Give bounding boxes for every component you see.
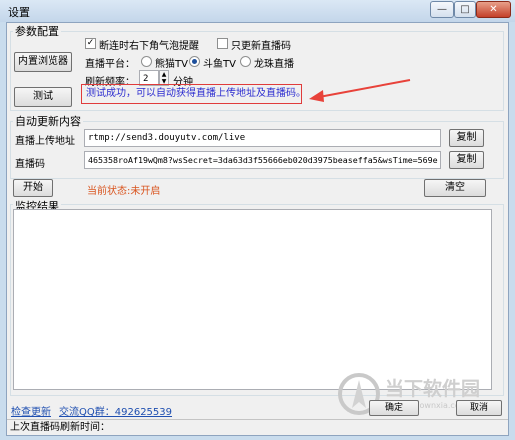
cancel-button[interactable]: 取消 (456, 400, 502, 416)
check-update-link[interactable]: 检查更新 (11, 403, 51, 418)
stream-code-label: 直播码 (15, 159, 45, 170)
annotation-arrow-icon (309, 79, 411, 102)
watermark-name: 当下软件园 (385, 378, 481, 400)
start-button[interactable]: 开始 (13, 179, 53, 197)
qq-group-link[interactable]: 交流QQ群：492625539 (59, 403, 172, 418)
status-bar: 上次直播码刷新时间： (7, 419, 508, 435)
maximize-button[interactable]: □ (454, 1, 476, 18)
platform-label-longzhu: 龙珠直播 (254, 59, 294, 70)
upload-url-label: 直播上传地址 (15, 136, 75, 147)
test-button[interactable]: 测试 (14, 87, 72, 107)
only-update-url-checkbox[interactable] (217, 38, 228, 49)
clear-button[interactable]: 清空 (424, 179, 486, 197)
monitor-results-textarea[interactable] (13, 209, 492, 390)
auto-update-group-label: 自动更新内容 (13, 113, 83, 129)
status-text: 当前状态:未开启 (87, 186, 161, 197)
copy-stream-code-button[interactable]: 复制 (449, 151, 484, 169)
last-refresh-time-label: 上次直播码刷新时间： (10, 422, 110, 433)
platform-label-douyu: 斗鱼TV (203, 59, 236, 70)
only-update-url-label: 只更新直播码 (231, 41, 291, 52)
stream-code-field[interactable]: 465358roAf19wQm8?wsSecret=3da63d3f55666e… (84, 151, 441, 169)
builtin-browser-button[interactable]: 内置浏览器 (14, 52, 72, 72)
minimize-button[interactable]: — (430, 1, 454, 18)
platform-radio-douyu[interactable] (189, 56, 200, 67)
test-result-message: 测试成功，可以自动获得直播上传地址及直播码。 (81, 84, 306, 104)
platform-radio-longzhu[interactable] (240, 56, 251, 67)
platform-label: 直播平台： (85, 59, 135, 70)
window-title: 设置 (8, 6, 30, 19)
disconnect-notify-checkbox[interactable]: ✓ (85, 38, 96, 49)
close-button[interactable]: ✕ (476, 1, 511, 18)
ok-button[interactable]: 确定 (369, 400, 419, 416)
settings-dialog: 参数配置 内置浏览器 ✓ 断连时右下角气泡提醒 只更新直播码 直播平台： 熊猫T… (6, 22, 509, 436)
platform-radio-panda[interactable] (141, 56, 152, 67)
params-group-label: 参数配置 (13, 23, 61, 39)
copy-upload-url-button[interactable]: 复制 (449, 129, 484, 147)
disconnect-notify-label: 断连时右下角气泡提醒 (99, 41, 199, 52)
upload-url-field[interactable]: rtmp://send3.douyutv.com/live (84, 129, 441, 147)
title-bar: 设置 — □ ✕ (0, 0, 515, 22)
platform-label-panda: 熊猫TV (155, 59, 188, 70)
